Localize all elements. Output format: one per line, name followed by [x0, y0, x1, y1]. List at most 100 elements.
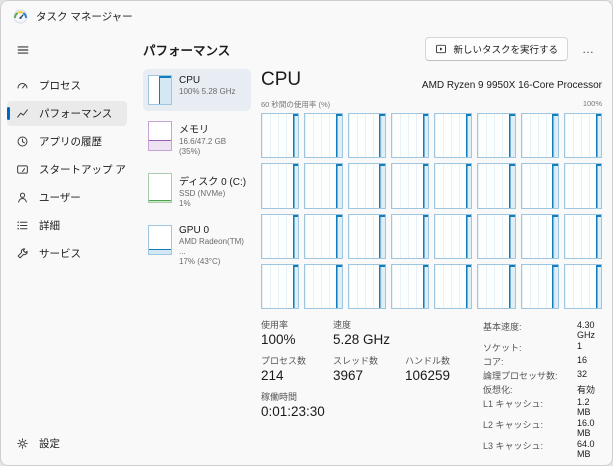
stat-value: 5.28 GHz [333, 332, 390, 347]
cpu-core-chart [434, 113, 472, 158]
cpu-core-chart [521, 113, 559, 158]
info-value: 64.0 MB [577, 439, 602, 459]
info-value: 有効 [577, 383, 602, 396]
cpu-core-chart [348, 214, 386, 259]
window-title: タスク マネージャー [36, 9, 133, 24]
hamburger-menu-button[interactable] [9, 37, 37, 63]
cpu-core-chart [477, 214, 515, 259]
gear-icon [15, 437, 29, 451]
info-value: 1 [577, 341, 602, 354]
page-title: パフォーマンス [143, 40, 230, 59]
sidebar-item-users[interactable]: ユーザー [7, 185, 127, 210]
perf-card-gpu[interactable]: GPU 0 AMD Radeon(TM) ... 17% (43°C) [143, 219, 251, 273]
cpu-core-chart [564, 264, 602, 309]
perf-card-title: メモリ [179, 121, 246, 136]
disk-mini-chart [148, 173, 172, 203]
sidebar-item-performance[interactable]: パフォーマンス [7, 101, 127, 126]
cpu-detail-panel: CPU AMD Ryzen 9 9950X 16-Core Processor … [261, 69, 602, 459]
cpu-stats-primary: 使用率 100% 速度 5.28 GHz プロセス数 [261, 318, 457, 459]
perf-card-title: CPU [179, 75, 235, 86]
cpu-stats-info: 基本速度: 4.30 GHz ソケット: 1 コア: 16 論理プロセッサ数: … [483, 318, 602, 459]
cpu-core-chart [304, 214, 342, 259]
memory-mini-chart [148, 121, 172, 151]
sidebar-item-app-history[interactable]: アプリの履歴 [7, 129, 127, 154]
info-label: 仮想化: [483, 383, 571, 396]
cpu-core-chart [477, 264, 515, 309]
perf-card-title: ディスク 0 (C:) [179, 173, 246, 188]
cpu-core-chart [261, 214, 299, 259]
cpu-core-chart [434, 264, 472, 309]
cpu-panel-title: CPU [261, 69, 301, 91]
perf-card-disk[interactable]: ディスク 0 (C:) SSD (NVMe) 1% [143, 167, 251, 215]
stat-label: 稼働時間 [261, 390, 325, 403]
cpu-core-chart [521, 214, 559, 259]
nav-sidebar: プロセス パフォーマンス アプリの履歴 [1, 31, 133, 466]
cpu-processor-name: AMD Ryzen 9 9950X 16-Core Processor [422, 80, 602, 91]
info-value: 16.0 MB [577, 418, 602, 438]
perf-card-cpu[interactable]: CPU 100% 5.28 GHz [143, 69, 251, 111]
gpu-mini-chart [148, 225, 172, 255]
cpu-core-chart [477, 113, 515, 158]
chart-max-label: 100% [583, 99, 602, 110]
more-options-button[interactable]: … [576, 38, 600, 60]
task-manager-app-icon [13, 9, 28, 24]
sidebar-item-label: 設定 [39, 436, 60, 451]
stat-value: 0:01:23:30 [261, 404, 325, 419]
sidebar-item-services[interactable]: サービス [7, 241, 127, 266]
stat-label: 速度 [333, 318, 390, 331]
info-label: L2 キャッシュ: [483, 418, 571, 438]
cpu-core-chart [261, 163, 299, 208]
sidebar-item-details[interactable]: 詳細 [7, 213, 127, 238]
cpu-core-chart [521, 163, 559, 208]
cpu-core-grid [261, 113, 602, 309]
perf-card-detail2: 17% (43°C) [179, 257, 246, 267]
stat-value: 3967 [333, 368, 399, 383]
cpu-core-chart [564, 163, 602, 208]
run-new-task-button[interactable]: 新しいタスクを実行する [425, 37, 568, 61]
cpu-core-chart [477, 163, 515, 208]
cpu-core-chart [261, 113, 299, 158]
performance-icon [15, 107, 29, 121]
stat-value: 100% [261, 332, 327, 347]
sidebar-item-label: ユーザー [39, 190, 81, 205]
sidebar-item-label: 詳細 [39, 218, 60, 233]
cpu-core-chart [391, 113, 429, 158]
cpu-core-chart [348, 264, 386, 309]
info-label: ソケット: [483, 341, 571, 354]
titlebar: タスク マネージャー [1, 1, 612, 31]
processes-icon [15, 79, 29, 93]
stat-label: スレッド数 [333, 354, 399, 367]
sidebar-item-label: サービス [39, 246, 81, 261]
perf-card-detail: 100% 5.28 GHz [179, 87, 235, 97]
info-value: 32 [577, 369, 602, 382]
info-label: L1 キャッシュ: [483, 397, 571, 417]
cpu-core-chart [391, 214, 429, 259]
sidebar-item-processes[interactable]: プロセス [7, 73, 127, 98]
sidebar-item-label: アプリの履歴 [39, 134, 102, 149]
perf-card-title: GPU 0 [179, 225, 246, 236]
app-history-icon [15, 135, 29, 149]
main-content: パフォーマンス 新しいタスクを実行する … [133, 31, 612, 466]
cpu-stats: 使用率 100% 速度 5.28 GHz プロセス数 [261, 309, 602, 459]
cpu-core-chart [434, 214, 472, 259]
info-label: L3 キャッシュ: [483, 439, 571, 459]
perf-card-memory[interactable]: メモリ 16.6/47.2 GB (35%) [143, 115, 251, 163]
sidebar-item-settings[interactable]: 設定 [7, 431, 127, 456]
chart-axis-label: 60 秒間の使用率 (%) [261, 99, 330, 110]
sidebar-item-label: スタートアップ アプリ [39, 162, 127, 177]
cpu-core-chart [521, 264, 559, 309]
startup-apps-icon [15, 163, 29, 177]
perf-card-detail: 16.6/47.2 GB (35%) [179, 137, 246, 157]
stat-label: ハンドル数 [405, 354, 450, 367]
info-value: 4.30 GHz [577, 320, 602, 340]
page-header: パフォーマンス 新しいタスクを実行する … [133, 31, 612, 67]
sidebar-item-startup-apps[interactable]: スタートアップ アプリ [7, 157, 127, 182]
services-icon [15, 247, 29, 261]
cpu-core-chart [391, 163, 429, 208]
cpu-mini-chart [148, 75, 172, 105]
task-manager-window: タスク マネージャー プロセス [0, 0, 613, 466]
sidebar-item-label: プロセス [39, 78, 81, 93]
run-task-icon [435, 43, 447, 55]
info-label: コア: [483, 355, 571, 368]
stat-value: 106259 [405, 368, 450, 383]
